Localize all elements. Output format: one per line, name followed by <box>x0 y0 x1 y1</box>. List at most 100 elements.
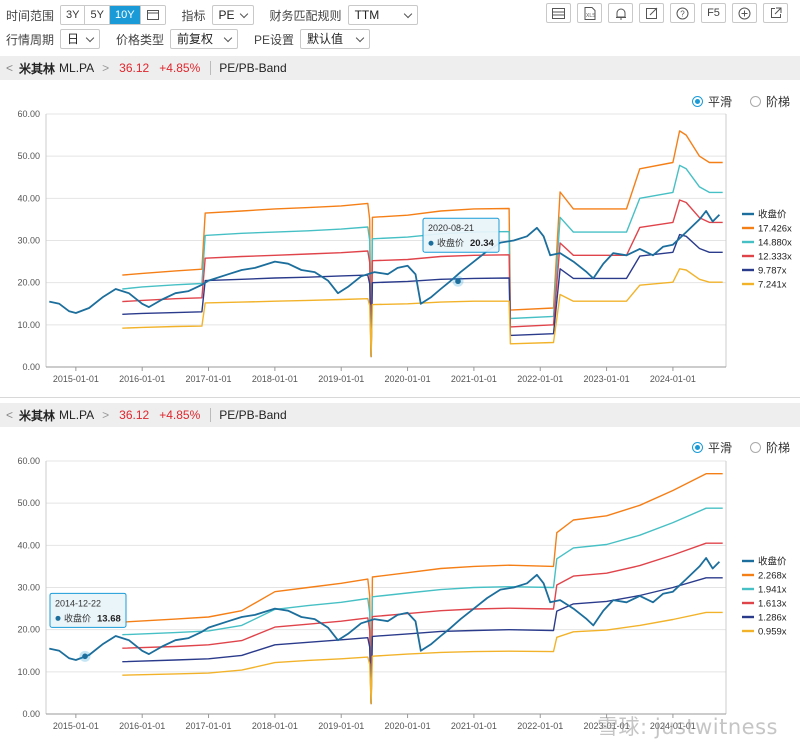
back-chevron-icon[interactable]: < <box>6 408 13 422</box>
edit-icon[interactable] <box>639 3 664 23</box>
stock-name[interactable]: 米其林 <box>19 407 55 424</box>
chevron-down-icon <box>403 9 412 19</box>
y-tick-label: 40.00 <box>17 193 40 203</box>
watermark: 雪球: justwitness <box>597 715 778 739</box>
stock-name[interactable]: 米其林 <box>19 60 55 77</box>
table-icon[interactable] <box>546 3 571 23</box>
smooth-radio[interactable]: 平滑 <box>691 439 732 456</box>
toolbar-row-1: 时间范围 3Y 5Y 10Y 指标 PE 财务匹配规则 TTM XLS ? F5 <box>0 3 800 27</box>
range-10y-button[interactable]: 10Y <box>109 6 141 24</box>
tooltip-label: 收盘价 <box>437 237 464 248</box>
series-line-5 <box>122 268 723 358</box>
radio-selected-icon <box>691 442 703 453</box>
x-tick-label: 2015-01-01 <box>53 721 99 731</box>
toolbar-row-2: 行情周期 日 价格类型 前复权 PE设置 默认值 <box>0 27 800 51</box>
x-tick-label: 2015-01-01 <box>53 374 99 384</box>
pe-setting-value: 默认值 <box>307 32 344 46</box>
legend-label[interactable]: 14.880x <box>758 238 792 249</box>
tooltip-value: 20.34 <box>470 238 494 249</box>
stock-code[interactable]: ML.PA <box>59 61 94 75</box>
divider <box>210 408 212 422</box>
series-line-1 <box>122 473 723 705</box>
legend-label[interactable]: 9.787x <box>758 266 787 277</box>
panel-header-pe: < 米其林 ML.PA > 36.12 +4.85% PE/PB-Band <box>0 56 800 80</box>
legend-label[interactable]: 收盘价 <box>758 556 787 568</box>
pe-band-chart[interactable]: 0.00 10.00 20.00 30.00 40.00 50.00 60.00 2015-0… <box>0 108 800 391</box>
indicator-select[interactable]: PE <box>211 5 254 25</box>
tooltip-label: 收盘价 <box>64 612 91 623</box>
x-tick-label: 2019-01-01 <box>318 721 364 731</box>
open-external-icon[interactable] <box>763 3 788 23</box>
range-label: 时间范围 <box>6 8 55 23</box>
legend-label[interactable]: 0.959x <box>758 627 787 638</box>
chevron-down-icon <box>85 33 95 43</box>
series-line-0 <box>49 210 721 314</box>
y-tick-label: 50.00 <box>17 498 40 508</box>
legend-label[interactable]: 17.426x <box>758 224 792 235</box>
legend-label[interactable]: 收盘价 <box>758 209 787 221</box>
chevron-right-icon[interactable]: > <box>102 408 109 422</box>
step-radio[interactable]: 阶梯 <box>749 439 790 456</box>
y-tick-label: 0.00 <box>22 362 40 372</box>
legend-label[interactable]: 2.268x <box>758 571 787 582</box>
tooltip-value: 13.68 <box>97 613 121 624</box>
chevron-down-icon <box>239 9 248 19</box>
period-label: 行情周期 <box>6 32 55 47</box>
series-line-2 <box>122 507 723 705</box>
tooltip-dot <box>428 240 434 246</box>
price-type-label: 价格类型 <box>116 32 165 47</box>
chevron-down-icon <box>223 33 233 43</box>
x-tick-label: 2020-01-01 <box>385 374 431 384</box>
stock-price: 36.12 <box>119 408 150 422</box>
bell-icon[interactable] <box>608 3 633 23</box>
y-tick-label: 20.00 <box>17 625 40 635</box>
legend-label[interactable]: 1.286x <box>758 613 787 624</box>
x-tick-label: 2016-01-01 <box>119 374 165 384</box>
tooltip-date: 2014-12-22 <box>55 598 101 608</box>
legend-label[interactable]: 1.941x <box>758 585 787 596</box>
y-tick-label: 30.00 <box>17 236 40 246</box>
stock-change: +4.85% <box>159 61 201 75</box>
legend-label[interactable]: 7.241x <box>758 280 787 291</box>
x-tick-label: 2017-01-01 <box>186 721 232 731</box>
calendar-icon[interactable] <box>140 6 165 24</box>
legend-label[interactable]: 12.333x <box>758 252 792 263</box>
pb-band-chart[interactable]: 0.00 10.00 20.00 30.00 40.00 50.00 60.00 2015-0… <box>0 455 800 738</box>
svg-text:?: ? <box>680 9 685 18</box>
hover-marker <box>82 653 88 660</box>
radio-selected-icon <box>691 96 703 107</box>
x-tick-label: 2023-01-01 <box>584 374 630 384</box>
x-tick-label: 2022-01-01 <box>517 374 563 384</box>
pe-setting-label: PE设置 <box>254 32 295 47</box>
pe-setting-select[interactable]: 默认值 <box>300 29 371 49</box>
radio-empty-icon <box>749 96 761 107</box>
chevron-right-icon[interactable]: > <box>102 61 109 75</box>
stock-code[interactable]: ML.PA <box>59 408 94 422</box>
range-selector: 3Y 5Y 10Y <box>60 5 166 25</box>
fin-rule-select[interactable]: TTM <box>347 5 418 25</box>
hover-marker <box>455 278 461 285</box>
y-tick-label: 10.00 <box>17 667 40 677</box>
y-tick-label: 0.00 <box>22 709 40 719</box>
excel-export-icon[interactable]: XLS <box>577 3 602 23</box>
period-select[interactable]: 日 <box>60 29 101 49</box>
radio-empty-icon <box>749 442 761 453</box>
price-type-select[interactable]: 前复权 <box>170 29 239 49</box>
range-5y-button[interactable]: 5Y <box>85 6 110 24</box>
add-icon[interactable] <box>732 3 757 23</box>
f5-refresh-button[interactable]: F5 <box>701 3 726 23</box>
x-tick-label: 2018-01-01 <box>252 374 298 384</box>
smooth-label: 平滑 <box>707 441 732 455</box>
fin-rule-label: 财务匹配规则 <box>269 8 342 23</box>
svg-text:XLS: XLS <box>586 13 596 19</box>
x-tick-label: 2016-01-01 <box>119 721 165 731</box>
help-icon[interactable]: ? <box>670 3 695 23</box>
y-tick-label: 40.00 <box>17 540 40 550</box>
back-chevron-icon[interactable]: < <box>6 61 13 75</box>
y-tick-label: 60.00 <box>17 456 40 466</box>
y-tick-label: 20.00 <box>17 278 40 288</box>
legend-label[interactable]: 1.613x <box>758 599 787 610</box>
y-tick-label: 30.00 <box>17 583 40 593</box>
range-3y-button[interactable]: 3Y <box>61 6 86 24</box>
indicator-label: 指标 <box>181 8 206 23</box>
